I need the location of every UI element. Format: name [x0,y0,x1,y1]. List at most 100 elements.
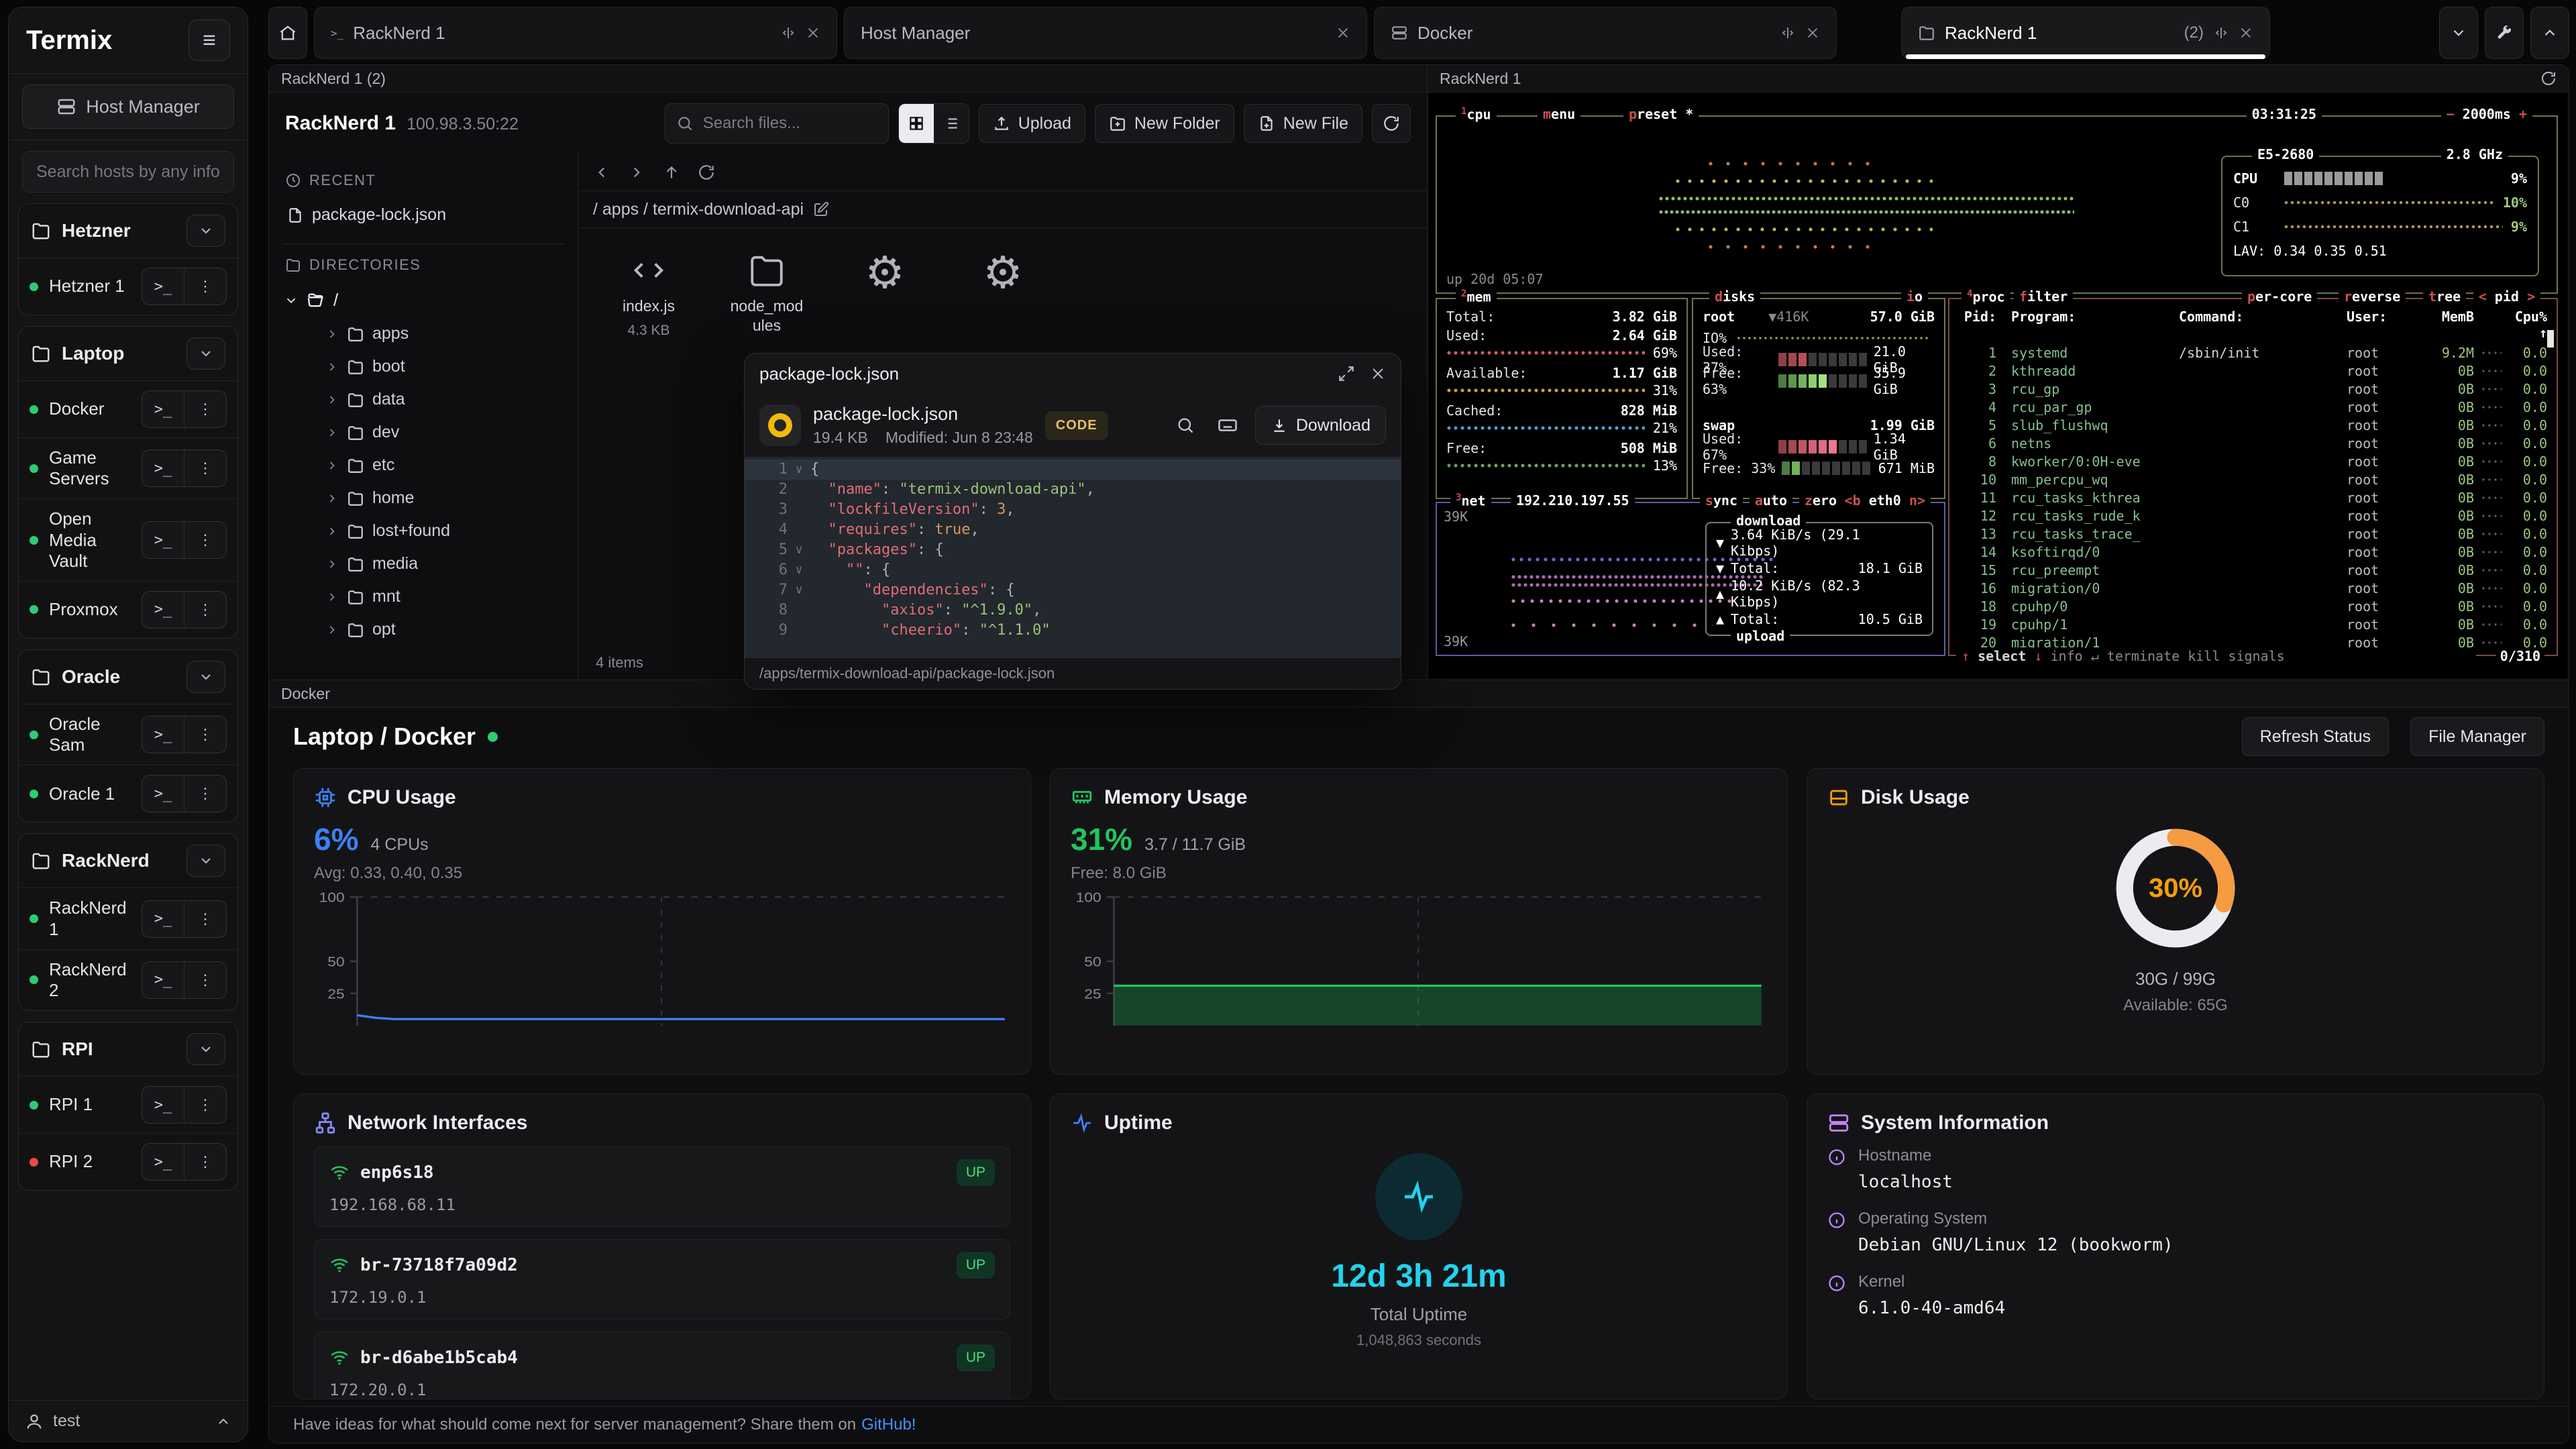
tab-host-manager[interactable]: Host Manager [844,7,1367,59]
group-header[interactable]: RPI [19,1022,237,1076]
proc-scrollbar-thumb[interactable] [2547,330,2554,347]
search-in-file-icon[interactable] [1176,416,1195,435]
host-row[interactable]: Open Media Vault >_ ⋮ [19,498,237,581]
host-menu-button[interactable]: ⋮ [184,962,226,998]
host-row[interactable]: Oracle Sam >_ ⋮ [19,704,237,765]
close-tab-icon[interactable] [806,25,820,40]
nav-back-icon[interactable] [593,164,610,181]
process-row[interactable]: 11 rcu_tasks_kthrea root 0B 0.0 [1949,488,2557,506]
fold-caret[interactable]: ∨ [788,580,810,600]
tab-docker[interactable]: Docker [1374,7,1837,59]
tab-list-button[interactable] [2439,7,2478,59]
new-file-button[interactable]: New File [1244,104,1362,143]
host-row[interactable]: RPI 1 >_ ⋮ [19,1076,237,1133]
host-row[interactable]: Game Servers >_ ⋮ [19,437,237,498]
open-terminal-button[interactable]: >_ [142,775,184,812]
group-header[interactable]: Laptop [19,327,237,380]
new-folder-button[interactable]: New Folder [1095,104,1234,143]
host-search-input[interactable] [22,151,234,193]
tree-directory-item[interactable]: boot [282,350,564,383]
process-row[interactable]: 14 ksoftirqd/0 root 0B 0.0 [1949,543,2557,561]
tree-root-item[interactable]: / [282,283,564,317]
collapse-tabs-button[interactable] [2530,7,2569,59]
open-terminal-button[interactable]: >_ [142,592,184,628]
close-tab-icon[interactable] [1805,25,1820,40]
file-manager-open-button[interactable]: File Manager [2410,717,2544,756]
open-terminal-button[interactable]: >_ [142,391,184,427]
process-row[interactable]: 13 rcu_tasks_trace_ root 0B 0.0 [1949,525,2557,543]
home-button[interactable] [268,7,307,59]
open-terminal-button[interactable]: >_ [142,901,184,937]
process-row[interactable]: 8 kworker/0:0H-eve root 0B 0.0 [1949,452,2557,470]
github-link[interactable]: GitHub! [861,1415,916,1434]
list-view-button[interactable] [934,104,969,143]
tree-directory-item[interactable]: mnt [282,580,564,613]
edit-path-icon[interactable] [813,201,829,217]
split-view-icon[interactable] [780,25,796,41]
host-row[interactable]: RackNerd 2 >_ ⋮ [19,949,237,1010]
tree-directory-item[interactable]: lost+found [282,515,564,547]
process-row[interactable]: 5 slub_flushwq root 0B 0.0 [1949,416,2557,434]
close-tab-icon[interactable] [1336,25,1350,40]
open-terminal-button[interactable]: >_ [142,962,184,998]
file-tile-node-modules[interactable]: node_modules [716,251,817,339]
breadcrumb[interactable]: / apps / termix-download-api [593,200,804,219]
host-row[interactable]: Hetzner 1 >_ ⋮ [19,258,237,315]
file-search-input[interactable] [702,113,877,133]
fold-caret[interactable] [788,621,810,641]
host-menu-button[interactable]: ⋮ [184,1144,226,1180]
fold-caret[interactable] [788,520,810,540]
host-menu-button[interactable]: ⋮ [184,450,226,486]
file-tile-indexjs[interactable]: index.js 4.3 KB [598,251,699,339]
tree-directory-item[interactable]: media [282,547,564,580]
group-header[interactable]: Oracle [19,650,237,704]
tools-button[interactable] [2485,7,2524,59]
tab-racknerd1-terminal[interactable]: >_ RackNerd 1 [314,7,837,59]
recent-file-item[interactable]: package-lock.json [282,199,564,231]
tree-directory-item[interactable]: etc [282,449,564,482]
tab-racknerd1-files[interactable]: RackNerd 1 (2) [1901,7,2270,59]
refresh-files-button[interactable] [1372,104,1411,143]
sidebar-collapse-button[interactable]: ≡ [189,19,230,61]
group-collapse-button[interactable] [186,215,225,247]
upload-button[interactable]: Upload [979,104,1085,143]
nav-up-icon[interactable] [663,164,680,181]
close-icon[interactable] [1370,366,1386,382]
refresh-status-button[interactable]: Refresh Status [2242,717,2389,756]
host-row[interactable]: Oracle 1 >_ ⋮ [19,765,237,822]
process-row[interactable]: 18 cpuhp/0 root 0B 0.0 [1949,597,2557,615]
open-terminal-button[interactable]: >_ [142,522,184,558]
expand-icon[interactable] [1338,365,1355,382]
tree-directory-item[interactable]: home [282,482,564,515]
fold-caret[interactable] [788,600,810,621]
open-terminal-button[interactable]: >_ [142,1087,184,1123]
process-row[interactable]: 15 rcu_preempt root 0B 0.0 [1949,561,2557,579]
open-terminal-button[interactable]: >_ [142,268,184,305]
host-menu-button[interactable]: ⋮ [184,901,226,937]
close-tab-icon[interactable] [2239,25,2253,40]
host-menu-button[interactable]: ⋮ [184,391,226,427]
host-menu-button[interactable]: ⋮ [184,1087,226,1123]
fold-caret[interactable] [788,500,810,520]
host-row[interactable]: RPI 2 >_ ⋮ [19,1133,237,1190]
download-button[interactable]: Download [1255,406,1386,445]
process-row[interactable]: 10 mm_percpu_wq root 0B 0.0 [1949,470,2557,488]
open-terminal-button[interactable]: >_ [142,1144,184,1180]
sync-icon[interactable] [2540,70,2557,87]
keyboard-icon[interactable] [1218,415,1238,435]
group-collapse-button[interactable] [186,1033,225,1065]
host-menu-button[interactable]: ⋮ [184,716,226,753]
process-row[interactable]: 3 rcu_gp root 0B 0.0 [1949,380,2557,398]
fold-caret[interactable] [788,480,810,500]
process-list[interactable]: 1 systemd /sbin/init root 9.2M 0.0 [1949,343,2557,651]
host-row[interactable]: Docker >_ ⋮ [19,380,237,437]
process-row[interactable]: 19 cpuhp/1 root 0B 0.0 [1949,615,2557,633]
process-row[interactable]: 2 kthreadd root 0B 0.0 [1949,362,2557,380]
tree-directory-item[interactable]: apps [282,317,564,350]
host-menu-button[interactable]: ⋮ [184,592,226,628]
group-header[interactable]: RackNerd [19,834,237,888]
fold-caret[interactable]: ∨ [788,540,810,560]
process-row[interactable]: 16 migration/0 root 0B 0.0 [1949,579,2557,597]
tree-directory-item[interactable]: data [282,383,564,416]
split-view-icon[interactable] [2213,25,2229,41]
